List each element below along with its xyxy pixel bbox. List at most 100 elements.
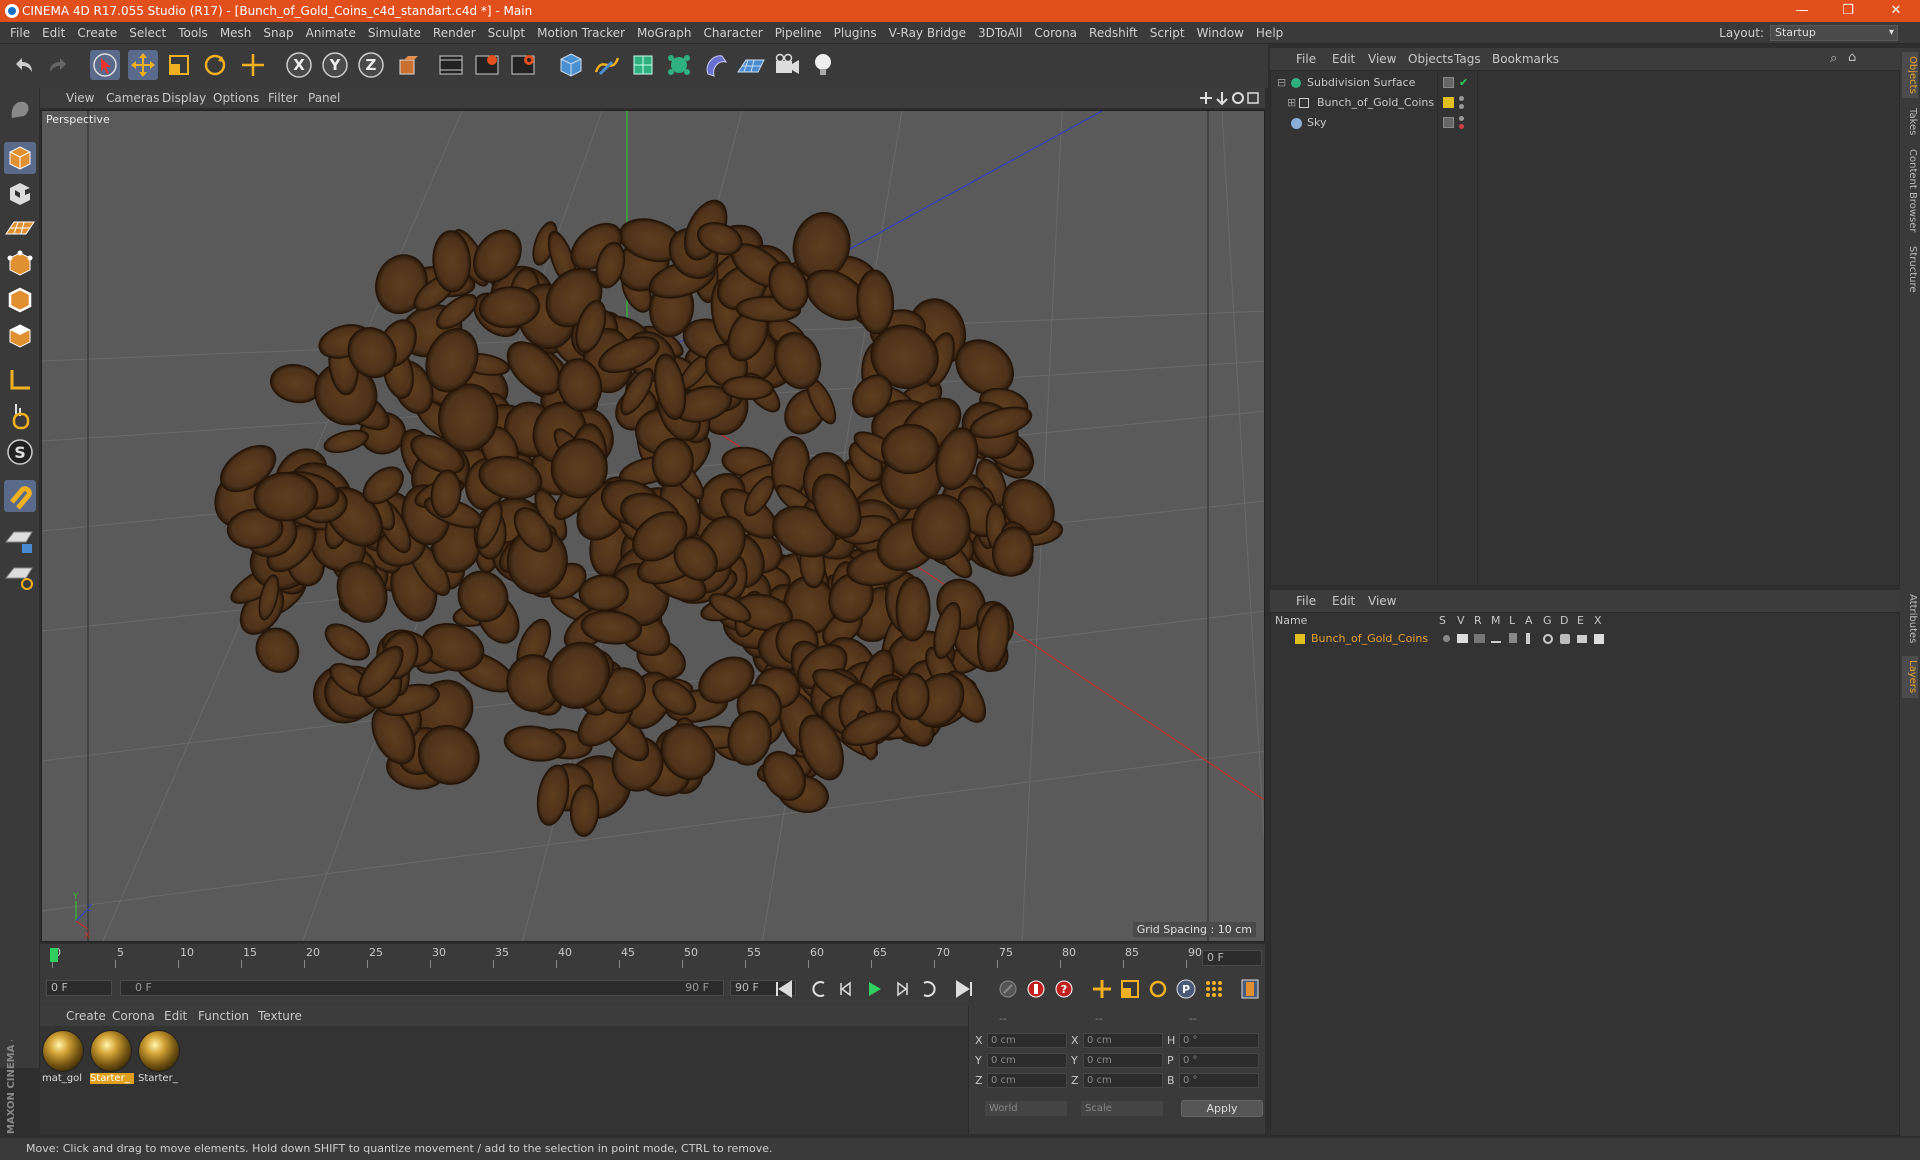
move-tool-icon[interactable] (128, 50, 158, 80)
undo-icon[interactable] (8, 50, 38, 80)
size-y-field[interactable]: 0 cm (1083, 1052, 1163, 1068)
tab-attributes[interactable]: Attributes (1902, 588, 1918, 650)
cube-object-icon[interactable] (556, 50, 586, 80)
live-selection-icon[interactable] (90, 50, 120, 80)
objmgr-menu-tags[interactable]: Tags (1454, 48, 1481, 70)
viewport-menu-options[interactable]: Options (213, 88, 259, 108)
material-menu-texture[interactable]: Texture (258, 1006, 302, 1026)
menu-tools[interactable]: Tools (172, 22, 214, 44)
minimize-button[interactable]: — (1780, 0, 1824, 22)
animation-toggle-icon[interactable] (1526, 633, 1530, 644)
go-to-end-icon[interactable] (952, 978, 976, 1000)
layer-color-swatch[interactable] (1295, 634, 1305, 644)
tab-layers[interactable]: Layers (1902, 656, 1918, 698)
rotation-h-field[interactable]: 0 ° (1179, 1032, 1259, 1048)
lock-workplane-icon[interactable] (4, 524, 36, 556)
model-mode-icon[interactable] (4, 142, 36, 174)
key-parameter-icon[interactable]: P (1174, 978, 1198, 1000)
solo-toggle[interactable] (1443, 635, 1450, 642)
layer-color-swatch[interactable] (1443, 97, 1454, 108)
viewport-navigation-icons[interactable] (1200, 90, 1260, 106)
go-to-start-icon[interactable] (772, 978, 796, 1000)
expressions-toggle-icon[interactable] (1577, 635, 1587, 643)
render-toggle-icon[interactable] (1474, 634, 1485, 643)
menu-render[interactable]: Render (427, 22, 482, 44)
object-row[interactable]: ⊟ Subdivision Surface ✔ (1271, 73, 1901, 93)
material-menu-corona[interactable]: Corona (112, 1006, 155, 1026)
key-point-level-icon[interactable] (1202, 978, 1226, 1000)
layer-tag-icon[interactable] (1443, 77, 1454, 88)
rotation-p-field[interactable]: 0 ° (1179, 1052, 1259, 1068)
enabled-check-icon[interactable]: ✔ (1459, 73, 1468, 93)
menu-mograph[interactable]: MoGraph (631, 22, 698, 44)
cinema4d-app-icon[interactable] (5, 4, 19, 18)
menu-simulate[interactable]: Simulate (362, 22, 427, 44)
subdivision-surface-icon[interactable] (628, 50, 658, 80)
render-visibility-dot[interactable] (1459, 104, 1464, 109)
next-key-icon[interactable] (918, 978, 942, 1000)
size-x-field[interactable]: 0 cm (1083, 1032, 1163, 1048)
menu-v-ray-bridge[interactable]: V-Ray Bridge (883, 22, 972, 44)
playhead[interactable] (50, 948, 58, 962)
previous-key-icon[interactable] (806, 978, 830, 1000)
objmgr-menu-bookmarks[interactable]: Bookmarks (1492, 48, 1559, 70)
autokey-icon[interactable] (1024, 978, 1048, 1000)
key-scale-icon[interactable] (1118, 978, 1142, 1000)
restore-button[interactable]: ❐ (1826, 0, 1870, 22)
layout-dropdown[interactable]: Startup (1770, 25, 1898, 41)
rotate-tool-icon[interactable] (200, 50, 230, 80)
menu-redshift[interactable]: Redshift (1083, 22, 1144, 44)
record-keys-icon[interactable] (996, 978, 1020, 1000)
layer-tag-icon[interactable] (1443, 117, 1454, 128)
render-picture-viewer-icon[interactable] (472, 50, 502, 80)
menu-create[interactable]: Create (71, 22, 123, 44)
menu-file[interactable]: File (4, 22, 36, 44)
viewport-menu-display[interactable]: Display (162, 88, 206, 108)
timeline-window-icon[interactable] (1238, 978, 1262, 1000)
tab-content-browser[interactable]: Content Browser (1902, 146, 1918, 236)
key-rotation-icon[interactable] (1146, 978, 1170, 1000)
keyframe-selection-icon[interactable]: ? (1052, 978, 1076, 1000)
layer-menu-file[interactable]: File (1296, 590, 1316, 612)
polygons-mode-icon[interactable] (4, 320, 36, 352)
timeline-ruler[interactable]: 051015202530354045505560657075808590 0 F (40, 944, 1265, 972)
tab-objects[interactable]: Objects (1902, 52, 1918, 98)
viewport-menu-cameras[interactable]: Cameras (106, 88, 159, 108)
home-icon[interactable]: ⌂ (1848, 50, 1856, 65)
workplane-mode-icon[interactable] (4, 212, 36, 244)
material-swatch[interactable]: mat_gol (42, 1030, 86, 1088)
menu-edit[interactable]: Edit (36, 22, 71, 44)
next-frame-icon[interactable] (890, 978, 914, 1000)
menu-motion-tracker[interactable]: Motion Tracker (531, 22, 631, 44)
coordinate-system-icon[interactable] (392, 50, 422, 80)
last-tool-icon[interactable] (238, 50, 268, 80)
render-settings-icon[interactable] (508, 50, 538, 80)
planar-workplane-icon[interactable] (4, 560, 36, 592)
key-position-icon[interactable] (1090, 978, 1114, 1000)
search-icon[interactable]: ⌕ (1830, 51, 1837, 66)
layer-row[interactable]: Bunch_of_Gold_Coins (1271, 631, 1901, 647)
tweak-mode-icon[interactable] (4, 400, 36, 432)
menu-window[interactable]: Window (1191, 22, 1250, 44)
spline-pen-icon[interactable] (592, 50, 622, 80)
close-button[interactable]: ✕ (1874, 0, 1918, 22)
points-mode-icon[interactable] (4, 248, 36, 280)
objmgr-menu-file[interactable]: File (1296, 48, 1316, 70)
deformer-bend-icon[interactable] (700, 50, 730, 80)
frame-range-slider[interactable]: 0 F 90 F (120, 980, 724, 996)
material-swatch[interactable]: Starter_ (138, 1030, 182, 1088)
transform-mode-dropdown[interactable]: Scale (1081, 1100, 1163, 1116)
z-axis-icon[interactable]: Z (356, 50, 386, 80)
viewport-menu-view[interactable]: View (66, 88, 94, 108)
objmgr-menu-view[interactable]: View (1368, 48, 1396, 70)
axis-mode-icon[interactable] (4, 364, 36, 396)
menu-pipeline[interactable]: Pipeline (769, 22, 828, 44)
previous-frame-icon[interactable] (834, 978, 858, 1000)
menu-corona[interactable]: Corona (1028, 22, 1083, 44)
object-row[interactable]: Sky (1271, 113, 1901, 133)
tab-takes[interactable]: Takes (1902, 104, 1918, 140)
menu-sculpt[interactable]: Sculpt (482, 22, 531, 44)
objmgr-menu-objects[interactable]: Objects (1408, 48, 1453, 70)
manager-toggle-icon[interactable] (1491, 634, 1501, 643)
menu-script[interactable]: Script (1144, 22, 1191, 44)
